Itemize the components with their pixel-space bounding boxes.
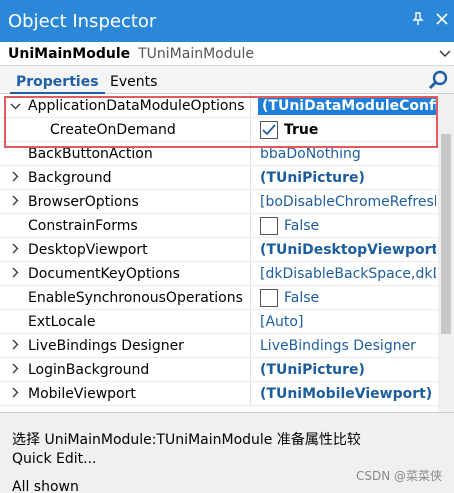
checkbox-checked[interactable] [260,121,278,139]
chevron-right-icon[interactable] [8,195,22,209]
chevron-right-icon[interactable] [8,387,22,401]
search-icon[interactable] [428,69,450,91]
watermark: CSDN @菜菜侠 [355,469,442,483]
property-value: True [284,122,319,138]
property-value: False [284,290,320,306]
property-value[interactable]: bbaDoNothing [254,146,361,162]
tab-events[interactable]: Events [104,70,163,94]
property-row[interactable]: BrowserOptions [boDisableChromeRefresh [0,190,454,214]
property-row[interactable]: CreateOnDemand True [0,118,454,142]
property-name: ApplicationDataModuleOptions [28,98,245,114]
title-bar: Object Inspector [0,0,454,42]
chevron-right-icon[interactable] [8,171,22,185]
close-icon[interactable] [430,13,454,29]
tab-bar: Properties Events [0,66,454,94]
property-row[interactable]: ApplicationDataModuleOptions (TUniDataMo… [0,94,454,118]
property-row[interactable]: LoginBackground (TUniPicture) [0,358,454,382]
property-row[interactable]: ExtLocale [Auto] [0,310,454,334]
tab-properties[interactable]: Properties [10,70,105,94]
property-value[interactable]: LiveBindings Designer [254,338,416,354]
property-name: CreateOnDemand [50,122,176,138]
property-value[interactable]: (TUniMobileViewport) [254,386,432,402]
chevron-right-icon[interactable] [8,267,22,281]
chevron-right-icon[interactable] [8,339,22,353]
property-name: BrowserOptions [28,194,139,210]
property-row[interactable]: EnableSynchronousOperations False [0,286,454,310]
property-name: EnableSynchronousOperations [28,290,243,306]
property-value: False [284,218,320,234]
object-selector[interactable]: UniMainModule TUniMainModule [0,42,454,66]
property-name: LiveBindings Designer [28,338,184,354]
vertical-scrollbar[interactable] [438,94,454,412]
property-row[interactable]: MobileViewport (TUniMobileViewport) [0,382,454,406]
property-row[interactable]: Background (TUniPicture) [0,166,454,190]
chevron-right-icon[interactable] [8,243,22,257]
all-shown-label: All shown [12,479,79,493]
quick-edit-link[interactable]: Quick Edit... [12,451,97,467]
property-name: DesktopViewport [28,242,148,258]
property-name: DocumentKeyOptions [28,266,180,282]
property-value[interactable]: [dkDisableBackSpace,dkDi [254,266,436,282]
status-description: 选择 UniMainModule:TUniMainModule 准备属性比较 [12,432,361,448]
window-title: Object Inspector [8,10,157,32]
status-panel: 选择 UniMainModule:TUniMainModule 准备属性比较 Q… [0,412,454,493]
pin-icon[interactable] [406,12,430,30]
property-value[interactable]: (TUniPicture) [254,170,365,186]
property-value[interactable]: (TUniDesktopViewport) [254,242,436,258]
property-value[interactable]: [Auto] [254,314,303,330]
property-row[interactable]: DesktopViewport (TUniDesktopViewport) [0,238,454,262]
property-name: Background [28,170,112,186]
property-name: ExtLocale [28,314,96,330]
property-row[interactable]: BackButtonAction bbaDoNothing [0,142,454,166]
property-row[interactable]: LiveBindings Designer LiveBindings Desig… [0,334,454,358]
object-inspector-window: Object Inspector UniMainModule TUniMainM… [0,0,454,493]
checkbox-unchecked[interactable] [260,289,278,307]
property-value[interactable]: [boDisableChromeRefresh [254,194,436,210]
chevron-right-icon[interactable] [8,363,22,377]
checkbox-unchecked[interactable] [260,217,278,235]
property-value[interactable]: (TUniPicture) [254,362,365,378]
object-type: TUniMainModule [138,45,255,62]
chevron-down-icon[interactable] [436,46,454,62]
property-row[interactable]: ConstrainForms False [0,214,454,238]
property-name: ConstrainForms [28,218,138,234]
property-row[interactable]: DocumentKeyOptions [dkDisableBackSpace,d… [0,262,454,286]
property-value[interactable]: (TUniDataModuleConfig) [258,97,436,115]
chevron-down-icon[interactable] [8,100,22,113]
property-grid: ApplicationDataModuleOptions (TUniDataMo… [0,94,454,412]
object-name: UniMainModule [8,45,131,62]
property-name: MobileViewport [28,386,136,402]
scrollbar-thumb[interactable] [441,134,451,334]
property-name: LoginBackground [28,362,150,378]
property-name: BackButtonAction [28,146,153,162]
